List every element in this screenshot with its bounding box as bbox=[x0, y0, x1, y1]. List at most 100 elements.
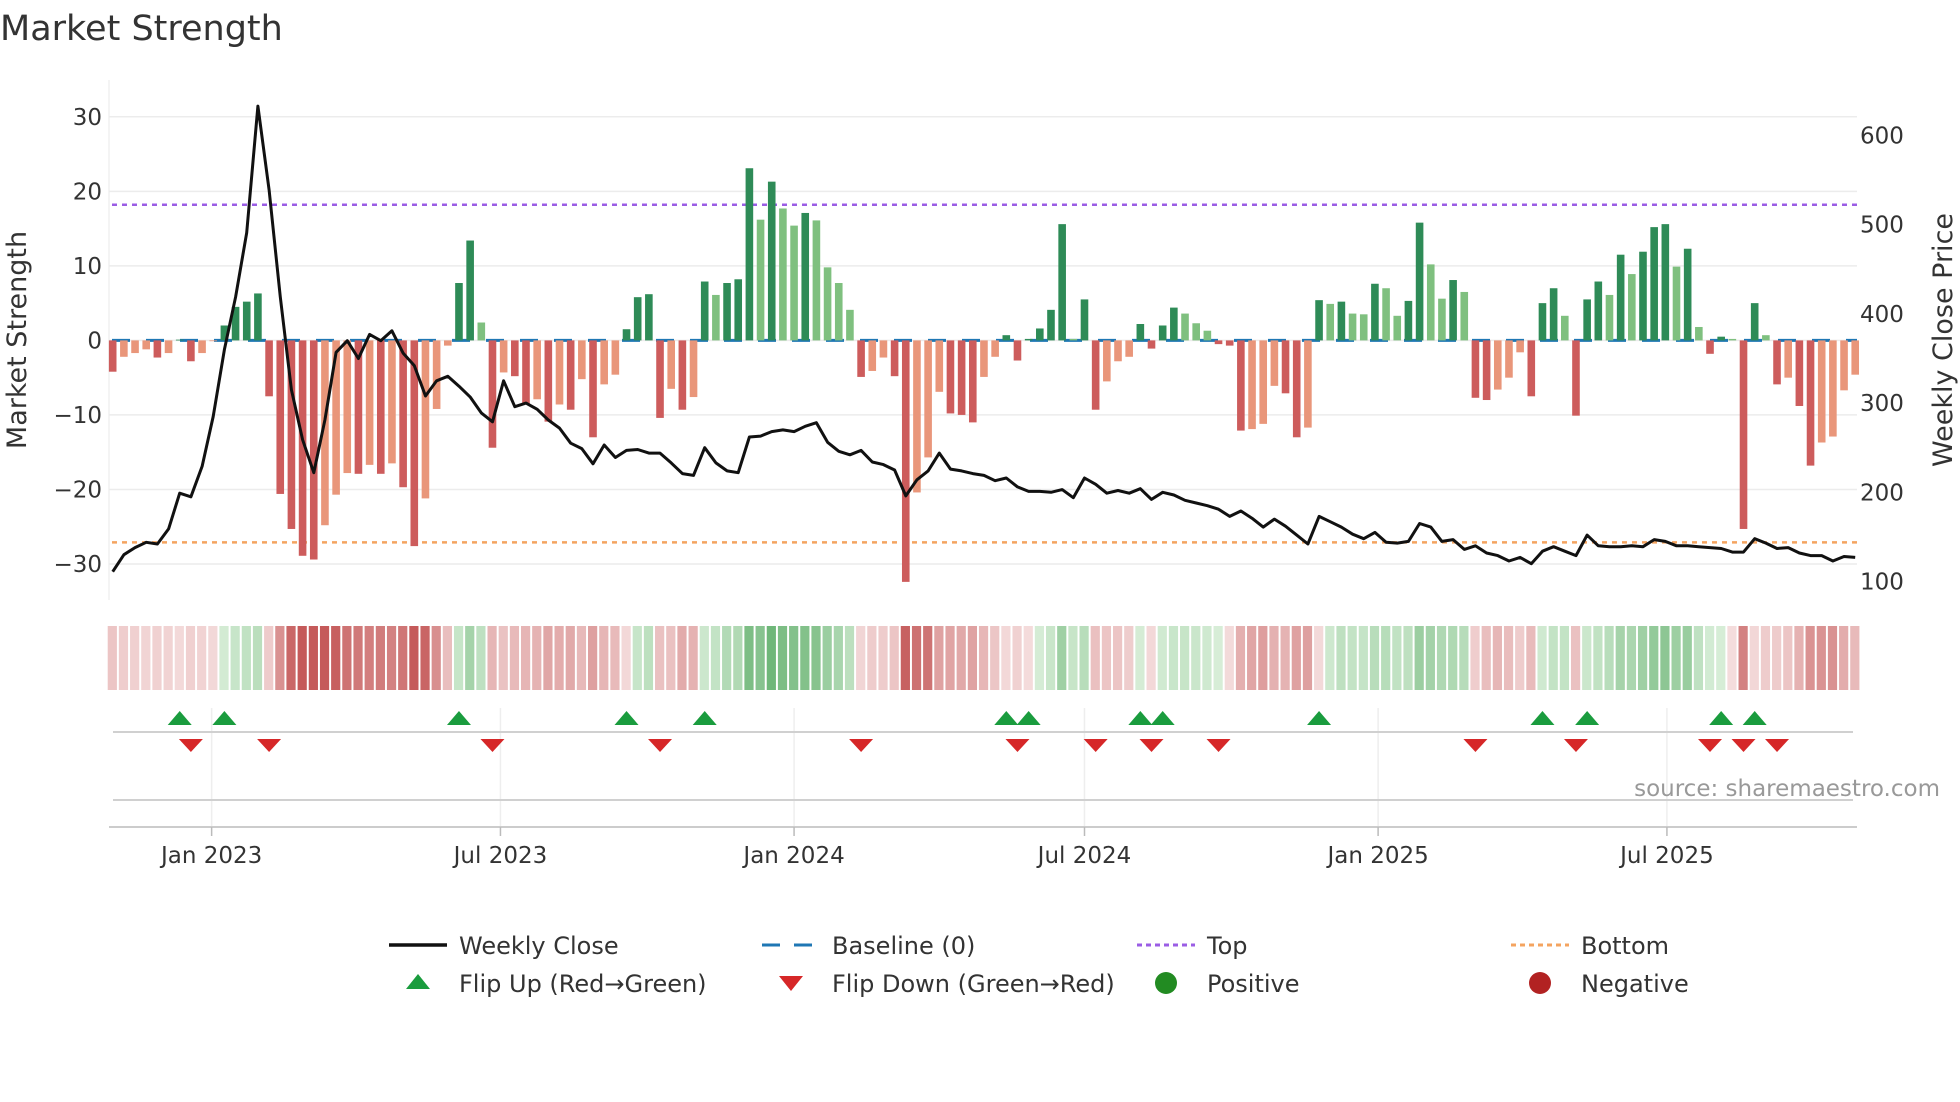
strength-bar bbox=[1683, 248, 1692, 341]
legend-label: Top bbox=[1206, 932, 1248, 960]
strength-bar bbox=[633, 297, 642, 341]
flip-down-marker bbox=[648, 739, 673, 752]
legend-item: Positive bbox=[1155, 970, 1300, 998]
strip-cell bbox=[319, 626, 330, 690]
strength-bar bbox=[254, 293, 262, 341]
strength-bar bbox=[120, 340, 128, 357]
x-tick-label: Jul 2023 bbox=[452, 843, 548, 869]
strength-bar bbox=[991, 340, 999, 357]
strip-cell bbox=[420, 626, 430, 690]
strip-cell bbox=[1224, 626, 1234, 690]
strip-cell bbox=[688, 626, 698, 690]
strip-cell bbox=[1124, 626, 1134, 690]
strip-cell bbox=[174, 626, 184, 690]
strip-cell bbox=[1682, 626, 1692, 690]
weekly-close-line bbox=[111, 104, 1856, 573]
strip-cell bbox=[766, 626, 776, 690]
strip-cell bbox=[1258, 626, 1268, 690]
strength-bar bbox=[645, 294, 653, 341]
flip-down-marker bbox=[1698, 739, 1723, 752]
flip-up-marker bbox=[167, 711, 192, 725]
strength-bar bbox=[901, 340, 910, 582]
strength-bar bbox=[1114, 340, 1122, 362]
strip-cell bbox=[1269, 626, 1279, 690]
strip-cell bbox=[1760, 626, 1771, 690]
strip-cell bbox=[1615, 626, 1625, 690]
strength-bar bbox=[343, 340, 352, 474]
strength-bar bbox=[1449, 280, 1457, 341]
strip-cell bbox=[789, 626, 799, 690]
left-tick-label: 30 bbox=[73, 105, 102, 131]
strip-cell bbox=[666, 626, 676, 690]
strength-bar bbox=[1505, 340, 1513, 378]
strength-bar bbox=[913, 340, 921, 493]
flip-up-marker bbox=[994, 711, 1019, 725]
legend-item: Bottom bbox=[1511, 932, 1669, 960]
strip-cell bbox=[967, 626, 977, 690]
strength-bar bbox=[1795, 340, 1804, 406]
strip-cell bbox=[1101, 626, 1112, 690]
strip-cell bbox=[1570, 626, 1581, 690]
legend-label: Negative bbox=[1581, 970, 1689, 998]
strip-cell bbox=[911, 626, 922, 690]
flip-up-marker bbox=[1150, 711, 1175, 725]
strip-cell bbox=[442, 626, 452, 690]
strip-cell bbox=[275, 626, 285, 690]
strength-bar bbox=[745, 168, 754, 341]
strength-bar bbox=[376, 340, 385, 474]
strength-bar bbox=[968, 340, 977, 423]
strip-cell bbox=[364, 626, 374, 690]
chart-title: Market Strength bbox=[0, 9, 283, 49]
legend-item: Weekly Close bbox=[389, 932, 619, 960]
flip-down-marker bbox=[1563, 739, 1588, 752]
strip-cell bbox=[1146, 626, 1156, 690]
legend-item: Flip Up (Red→Green) bbox=[406, 970, 707, 998]
strip-cell bbox=[476, 626, 486, 690]
strength-bar bbox=[857, 340, 865, 377]
strip-cell bbox=[130, 626, 140, 690]
strip-cell bbox=[1470, 626, 1480, 690]
strength-bar bbox=[432, 340, 441, 409]
right-tick-label: 300 bbox=[1860, 391, 1904, 417]
strength-bar bbox=[801, 212, 810, 341]
strip-cell bbox=[1057, 626, 1067, 690]
circle-icon bbox=[1529, 972, 1551, 994]
strip-cell bbox=[923, 626, 933, 690]
x-tick-label: Jan 2025 bbox=[1325, 843, 1428, 869]
strip-cell bbox=[722, 626, 732, 690]
right-tick-label: 200 bbox=[1860, 480, 1904, 506]
strip-cell bbox=[822, 626, 832, 690]
strength-bar bbox=[957, 340, 966, 415]
flip-up-marker bbox=[692, 711, 717, 725]
strength-bar bbox=[511, 340, 519, 377]
strip-cell bbox=[1794, 626, 1804, 690]
strength-bar bbox=[354, 340, 363, 474]
strength-bar bbox=[1538, 303, 1547, 341]
strength-bar bbox=[1091, 340, 1100, 410]
legend: Weekly Close Baseline (0) Top Bottom Flip Up… bbox=[389, 932, 1689, 998]
strip-cell bbox=[576, 626, 587, 690]
strength-bar bbox=[1326, 303, 1335, 341]
strip-cell bbox=[1280, 626, 1290, 690]
strip-cell bbox=[1034, 626, 1045, 690]
strip-cell bbox=[900, 626, 910, 690]
strip-cell bbox=[1045, 626, 1056, 690]
flip-up-marker bbox=[1575, 711, 1600, 725]
strength-bar bbox=[767, 181, 776, 341]
strength-bar bbox=[1158, 325, 1167, 341]
strength-bar bbox=[1806, 340, 1815, 466]
strip-cell bbox=[990, 626, 1000, 690]
strength-bar bbox=[812, 220, 821, 341]
strength-bar bbox=[1628, 274, 1636, 341]
strength-bar bbox=[1561, 315, 1569, 341]
strip-cell bbox=[1626, 626, 1637, 690]
strength-bar bbox=[1471, 340, 1480, 398]
strength-bar bbox=[924, 340, 932, 458]
flip-down-marker bbox=[1463, 739, 1488, 752]
legend-label: Positive bbox=[1207, 970, 1300, 998]
weekly-close-path bbox=[111, 104, 1856, 573]
strip-cell bbox=[1604, 626, 1614, 690]
strip-cell bbox=[465, 626, 475, 690]
strength-bar bbox=[1460, 291, 1469, 341]
strength-bar bbox=[1493, 340, 1502, 390]
